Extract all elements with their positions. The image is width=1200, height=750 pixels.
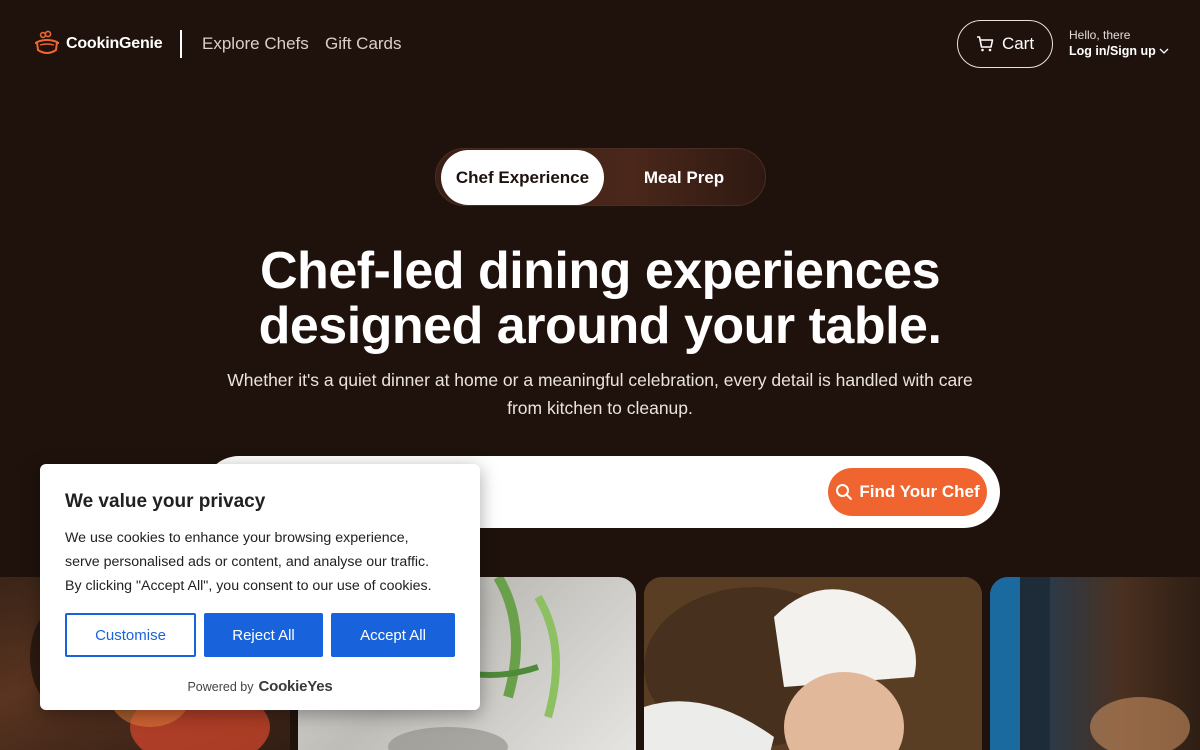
hero-subtitle-line-1: Whether it's a quiet dinner at home or a… [227, 370, 973, 390]
cookie-title: We value your privacy [65, 491, 266, 512]
search-input[interactable] [483, 480, 813, 504]
reject-all-button[interactable]: Reject All [204, 613, 323, 657]
find-button-label: Find Your Chef [859, 482, 980, 501]
search-icon [836, 484, 853, 500]
tab-meal-prep[interactable]: Meal Prep [604, 150, 764, 205]
chef-photo-card[interactable] [644, 577, 982, 750]
header-divider [180, 30, 182, 58]
nav-gift-cards[interactable]: Gift Cards [325, 34, 402, 54]
find-your-chef-button[interactable]: Find Your Chef [828, 468, 987, 516]
site-header: CookinGenie Explore Chefs Gift Cards Car… [0, 0, 1200, 88]
cart-icon [976, 36, 994, 52]
brand-logo[interactable]: CookinGenie [34, 30, 163, 58]
greeting-text: Hello, there [1069, 28, 1131, 42]
hero-title-line-1: Chef-led dining experiences [260, 242, 941, 300]
cart-label: Cart [1001, 34, 1035, 53]
brand-name: CookinGenie [66, 35, 163, 52]
powered-by-label: Powered by [187, 679, 254, 694]
cookie-text-line-3: By clicking "Accept All", you consent to… [65, 578, 432, 594]
service-toggle: Chef Experience Meal Prep [435, 148, 766, 206]
login-signup-menu[interactable]: Log in/Sign up [1069, 44, 1169, 58]
chevron-down-icon [1159, 48, 1169, 54]
cookieyes-logo[interactable]: CookieYes [258, 678, 332, 695]
chef-portrait-image [644, 577, 982, 750]
accept-all-button[interactable]: Accept All [331, 613, 455, 657]
cart-button[interactable]: Cart [957, 20, 1053, 68]
dining-photo-image [990, 577, 1190, 750]
cookie-consent-banner: We value your privacy We use cookies to … [40, 464, 480, 710]
hero-title-line-2: designed around your table. [258, 297, 942, 355]
hero-subtitle: Whether it's a quiet dinner at home or a… [210, 366, 990, 422]
powered-by: Powered by CookieYes [40, 678, 480, 695]
cookie-text-line-1: We use cookies to enhance your browsing … [65, 530, 409, 546]
nav-explore-chefs[interactable]: Explore Chefs [202, 34, 309, 54]
hero-title: Chef-led dining experiences designed aro… [0, 244, 1200, 354]
customise-button[interactable]: Customise [65, 613, 196, 657]
logo-icon [35, 30, 59, 54]
hero-subtitle-line-2: from kitchen to cleanup. [507, 398, 693, 418]
login-label: Log in/Sign up [1069, 44, 1156, 58]
cookie-text-line-2: serve personalised ads or content, and a… [65, 554, 430, 570]
cookie-description: We use cookies to enhance your browsing … [65, 526, 460, 598]
chef-photo-card[interactable] [990, 577, 1200, 750]
tab-chef-experience[interactable]: Chef Experience [441, 150, 604, 205]
